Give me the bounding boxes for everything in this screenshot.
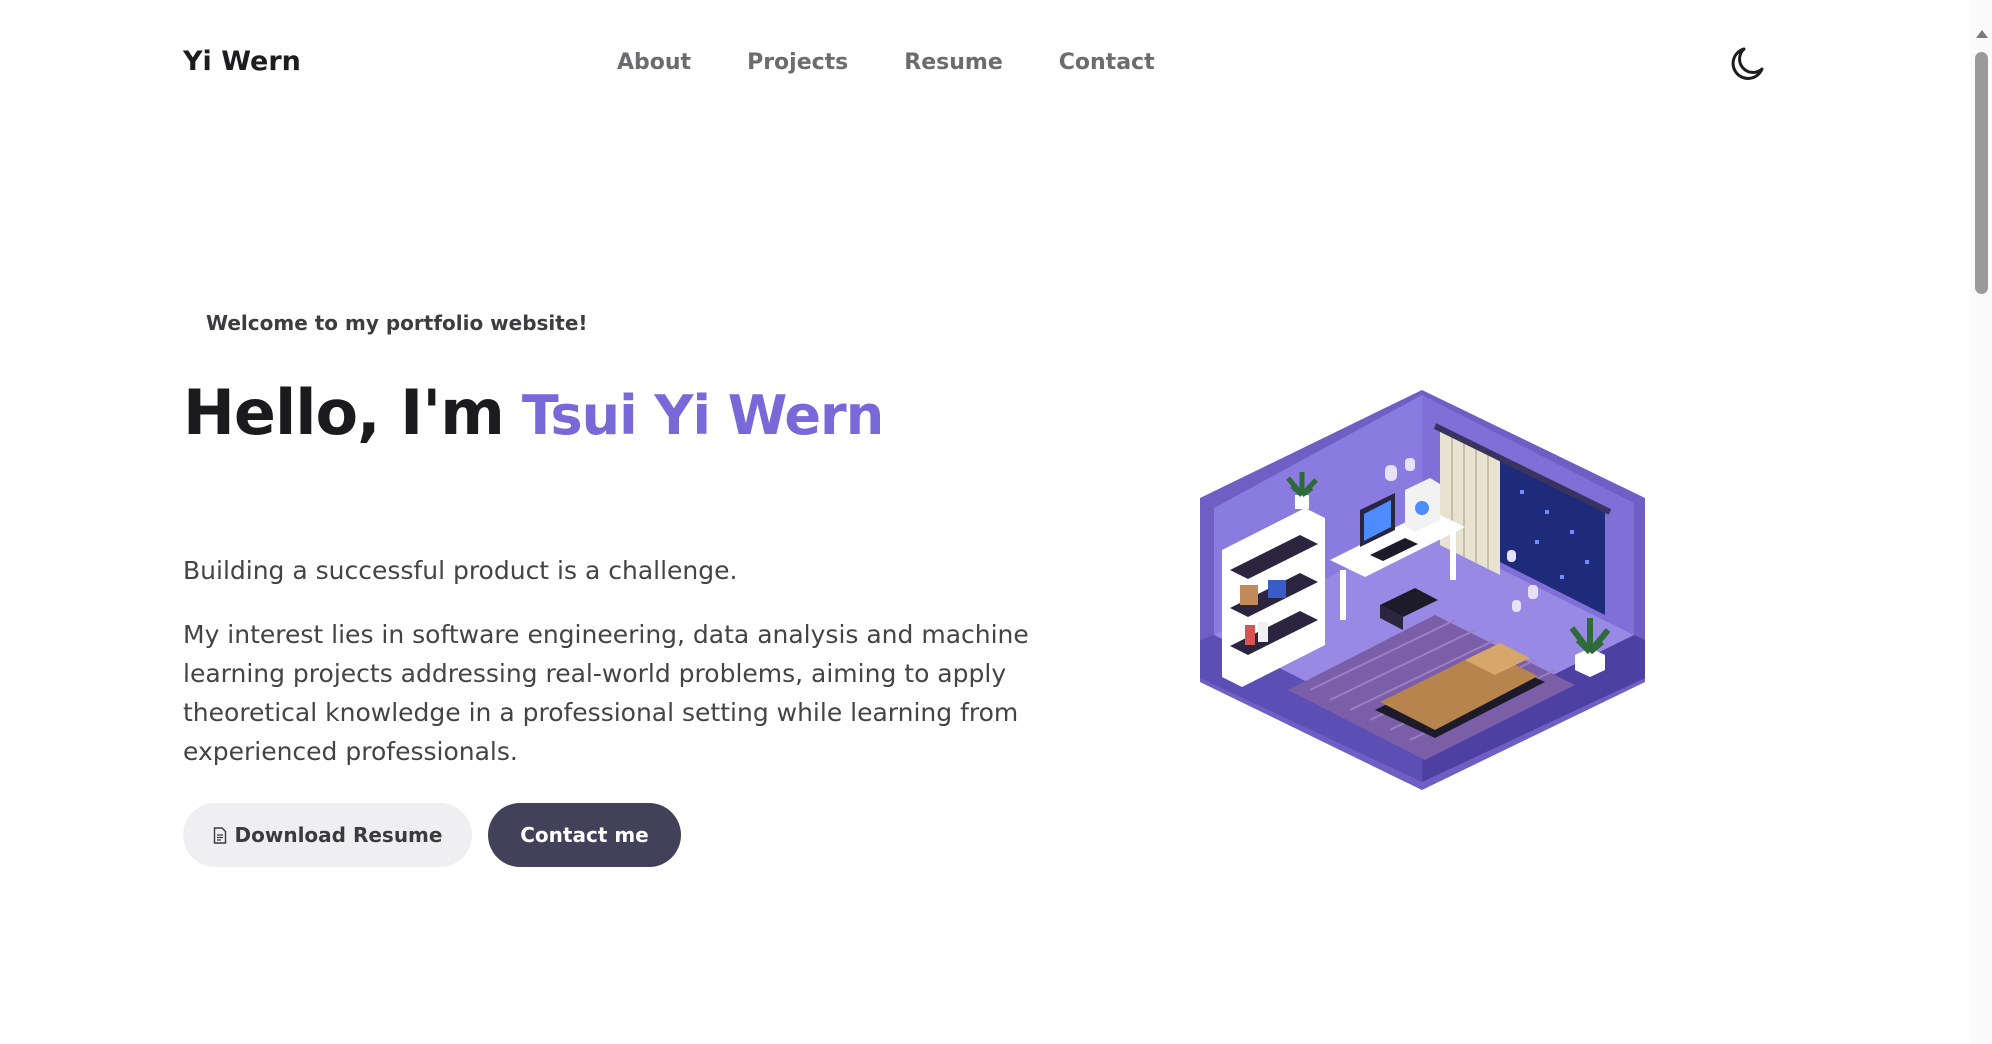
- download-resume-button[interactable]: Download Resume: [183, 803, 472, 867]
- main-nav: About Projects Resume Contact: [617, 50, 1211, 75]
- moon-icon: [1731, 47, 1764, 80]
- download-resume-label: Download Resume: [234, 823, 443, 847]
- contact-me-button[interactable]: Contact me: [488, 803, 681, 867]
- portfolio-page: Yi Wern About Projects Resume Contact We…: [0, 0, 1992, 1044]
- welcome-text: Welcome to my portfolio website!: [206, 311, 588, 335]
- page-scrollbar[interactable]: [1970, 0, 1992, 1044]
- nav-about[interactable]: About: [617, 50, 691, 75]
- nav-contact[interactable]: Contact: [1059, 50, 1155, 75]
- scroll-up-arrow-icon[interactable]: [1976, 30, 1988, 38]
- tagline: Building a successful product is a chall…: [183, 556, 738, 585]
- scroll-thumb[interactable]: [1975, 52, 1988, 294]
- greeting: Hello, I'm: [183, 376, 505, 449]
- nav-projects[interactable]: Projects: [747, 50, 848, 75]
- file-icon: [213, 826, 226, 844]
- description: My interest lies in software engineering…: [183, 620, 1029, 766]
- hero-heading: Hello, I'm Tsui Yi Wern: [183, 376, 884, 449]
- isometric-room-illustration: [1200, 390, 1645, 790]
- hero-name: Tsui Yi Wern: [521, 384, 884, 447]
- nav-resume[interactable]: Resume: [904, 50, 1002, 75]
- theme-toggle-button[interactable]: [1727, 44, 1767, 84]
- brand-logo[interactable]: Yi Wern: [183, 46, 301, 77]
